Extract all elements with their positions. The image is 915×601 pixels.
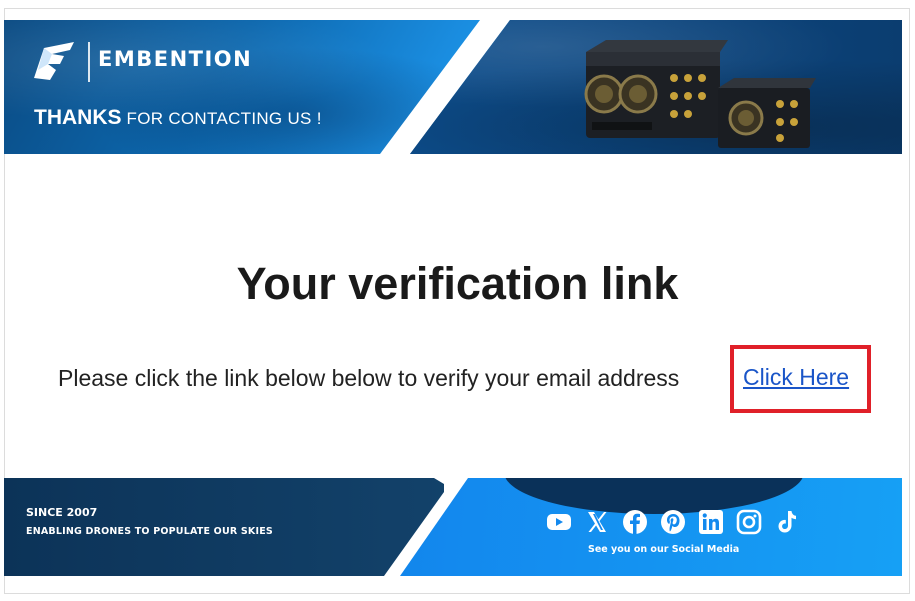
youtube-icon[interactable] [546,509,572,535]
social-caption: See you on our Social Media [588,544,740,555]
instruction-text: Please click the link below below to ver… [58,365,680,392]
facebook-icon[interactable] [622,509,648,535]
since-label: SINCE 2007 [26,506,98,519]
instruction-row: Please click the link below below to ver… [58,364,679,394]
instagram-icon[interactable] [736,509,762,535]
footer-banner: SINCE 2007 ENABLING DRONES TO POPULATE O… [4,478,902,576]
logo-divider [88,42,90,82]
brand-name: EMBENTION [98,47,253,71]
thanks-rest: FOR CONTACTING US ! [121,109,322,128]
autopilot-device-image [584,40,728,138]
header-banner: EMBENTION THANKS FOR CONTACTING US ! [4,20,902,154]
linkedin-icon[interactable] [698,509,724,535]
page-title: Your verification link [236,258,679,309]
secondary-device-image [718,78,816,148]
thanks-bold: THANKS [34,106,122,129]
x-icon[interactable] [584,509,610,535]
pinterest-icon[interactable] [660,509,686,535]
verification-link[interactable]: Click Here [743,364,849,391]
embention-logo-icon [34,42,74,80]
tagline: ENABLING DRONES TO POPULATE OUR SKIES [26,526,273,537]
thanks-heading: THANKS FOR CONTACTING US ! [34,106,322,130]
tiktok-icon[interactable] [774,509,800,535]
social-links [546,508,800,536]
